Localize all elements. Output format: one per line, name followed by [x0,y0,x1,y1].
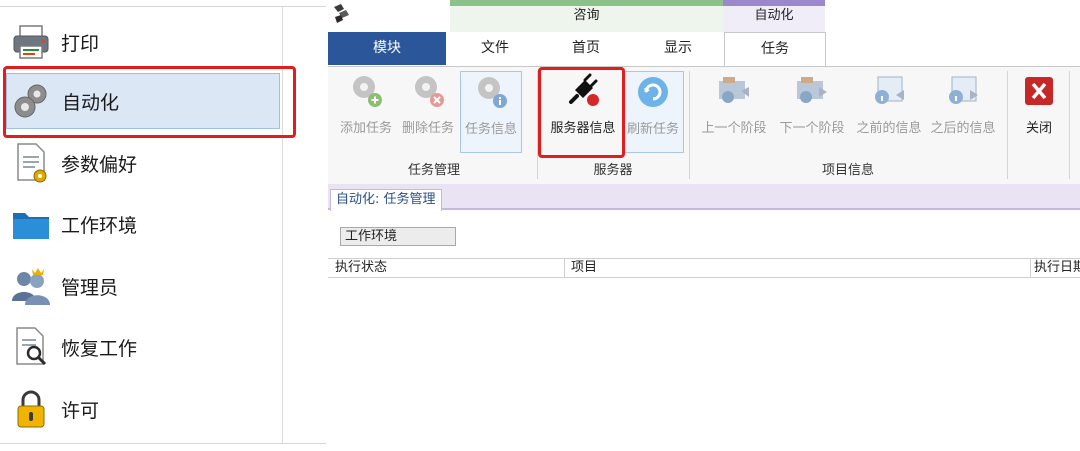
refresh-icon [631,72,675,112]
tab-display[interactable]: 显示 [632,32,724,65]
group-separator [537,71,538,179]
tab-task[interactable]: 任务 [724,32,826,66]
delete-task-button[interactable]: 删除任务 [398,71,458,153]
menu-label: 参数偏好 [61,153,138,176]
delete-task-label: 删除任务 [401,121,454,136]
menu-label: 自动化 [62,91,120,114]
left-menu: 打印 自动化 参数偏好 工作环境 管理员 恢复工作 许可 [0,0,326,451]
prev-info-button[interactable]: 之前的信息 [852,71,926,153]
document-tab-task-mgmt[interactable]: 自动化: 任务管理 [330,189,442,211]
close-x-icon [1017,71,1061,111]
menu-label: 工作环境 [61,214,138,237]
next-stage-label: 下一个阶段 [779,121,845,136]
next-info-icon [941,71,985,111]
delete-gear-icon [406,71,450,111]
group-label-server: 服务器 [593,163,633,178]
column-header-project[interactable]: 项目 [564,259,1030,277]
menu-item-admin[interactable]: 管理员 [6,258,280,314]
task-info-button[interactable]: 任务信息 [460,71,522,153]
task-info-label: 任务信息 [464,122,517,137]
group-separator [689,71,690,179]
menu-item-print[interactable]: 打印 [6,14,280,70]
document-tabstrip: 自动化: 任务管理 [328,184,1080,211]
group-label-project-info: 项目信息 [821,163,874,178]
next-stage-button[interactable]: 下一个阶段 [774,71,850,153]
ribbon-panel: 添加任务 删除任务 任务信息 任务管理 服务器信息 刷新任务 服务器 上一个阶段… [328,66,1080,184]
context-label-consult: 咨询 [450,6,723,32]
prev-info-icon [867,71,911,111]
tab-file[interactable]: 文件 [450,32,540,65]
add-gear-icon [344,71,388,111]
tab-home[interactable]: 首页 [540,32,632,65]
server-info-button[interactable]: 服务器信息 [546,71,620,153]
prev-stage-icon [712,71,756,111]
add-task-label: 添加任务 [339,121,392,136]
close-button[interactable]: 关闭 [1014,71,1064,153]
menu-item-license[interactable]: 许可 [6,381,280,437]
menu-label: 恢复工作 [61,337,138,360]
group-separator [1069,71,1070,179]
plug-icon [561,71,605,111]
column-header-date[interactable]: 执行日期 [1030,259,1080,277]
task-grid-header: 执行状态 项目 执行日期 [328,258,1080,278]
menu-item-restore[interactable]: 恢复工作 [6,319,280,375]
gears-icon [9,78,55,124]
prev-info-label: 之前的信息 [856,121,922,136]
menu-label: 许可 [61,399,100,422]
menu-label: 打印 [61,32,100,55]
folder-icon [8,201,54,247]
menu-item-preferences[interactable]: 参数偏好 [6,135,280,191]
refresh-task-label: 刷新任务 [626,122,679,137]
printer-icon [8,19,54,65]
work-env-button[interactable]: 工作环境 [340,227,456,246]
lock-icon [8,386,54,432]
prev-stage-label: 上一个阶段 [701,121,767,136]
admin-users-icon [8,263,54,309]
document-area: 自动化: 任务管理 工作环境 执行状态 项目 执行日期 [328,184,1080,451]
ribbon-tabs: 模块 文件 首页 显示 任务 [328,32,1080,66]
prev-stage-button[interactable]: 上一个阶段 [696,71,772,153]
next-info-label: 之后的信息 [930,121,996,136]
info-gear-icon [469,72,513,112]
app-logo-icon [331,3,351,25]
preferences-doc-icon [8,140,54,186]
next-stage-icon [790,71,834,111]
column-header-status[interactable]: 执行状态 [328,259,564,277]
add-task-button[interactable]: 添加任务 [336,71,396,153]
context-group-labels: 咨询 自动化 [450,6,825,32]
context-label-automation: 自动化 [723,6,825,32]
menu-item-automation[interactable]: 自动化 [6,73,280,129]
restore-search-icon [8,324,54,370]
menu-item-work-env[interactable]: 工作环境 [6,196,280,252]
refresh-task-button[interactable]: 刷新任务 [622,71,684,153]
menu-label: 管理员 [61,276,119,299]
close-label: 关闭 [1025,121,1052,136]
group-separator [1007,71,1008,179]
tab-module[interactable]: 模块 [328,32,446,65]
server-info-label: 服务器信息 [550,121,616,136]
group-label-task-mgmt: 任务管理 [407,163,460,178]
next-info-button[interactable]: 之后的信息 [926,71,1000,153]
